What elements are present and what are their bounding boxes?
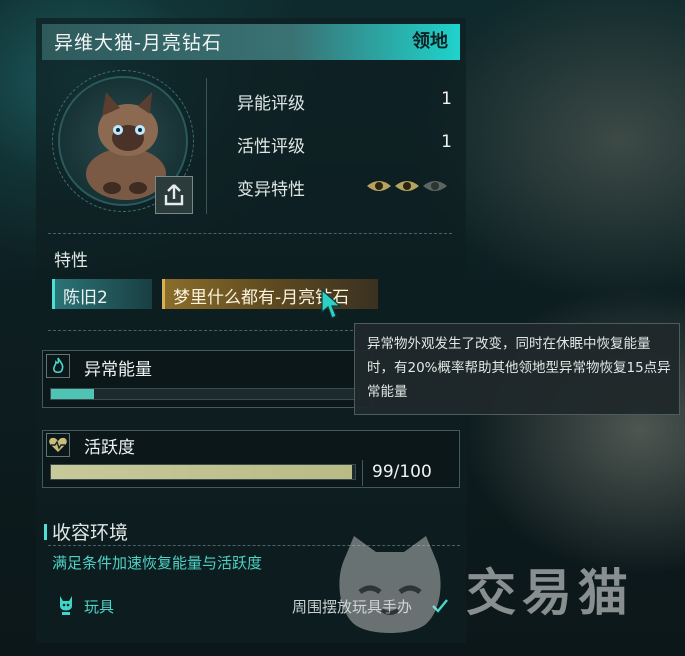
mutation-eye-icon	[366, 178, 392, 194]
trait-label: 陈旧2	[63, 288, 108, 308]
share-button[interactable]	[155, 176, 193, 214]
toy-label: 玩具	[84, 598, 115, 616]
activity-rating-label: 活性评级	[237, 137, 305, 157]
ability-rating-value: 1	[441, 89, 452, 109]
flame-icon	[46, 354, 70, 378]
mutation-trait-label: 变异特性	[237, 180, 305, 200]
tooltip-text: 异常物外观发生了改变，同时在休眠中恢复能量时，有20%概率帮助其他领地型异常物恢…	[367, 336, 671, 400]
territory-tag: 领地	[412, 31, 448, 52]
traits-heading: 特性	[54, 251, 88, 271]
activity-bar	[50, 464, 356, 480]
trait-chip-moon-diamond[interactable]: 梦里什么都有-月亮钻石	[162, 279, 378, 309]
activity-value: 99/100	[372, 462, 432, 482]
containment-description: 满足条件加速恢复能量与活跃度	[52, 554, 263, 572]
ability-rating-label: 异能评级	[237, 94, 305, 114]
activity-label: 活跃度	[84, 438, 135, 458]
toy-icon	[56, 594, 76, 616]
cursor-hand-icon	[318, 288, 344, 320]
divider	[362, 460, 363, 486]
energy-bar	[50, 388, 360, 400]
energy-label: 异常能量	[84, 360, 152, 380]
trait-chip-stale[interactable]: 陈旧2	[52, 279, 152, 309]
activity-rating-value: 1	[441, 132, 452, 152]
divider	[48, 330, 358, 331]
heartbeat-icon	[46, 433, 70, 457]
watermark-text: 交易猫	[466, 564, 634, 622]
section-marker	[44, 524, 47, 540]
mutation-eye-empty-icon	[422, 178, 448, 194]
mutation-eye-icon	[394, 178, 420, 194]
activity-bar-fill	[51, 465, 352, 479]
pet-name-title: 异维大猫-月亮钻石	[54, 32, 222, 54]
share-icon	[164, 184, 184, 206]
stats-divider	[206, 78, 207, 214]
containment-heading: 收容环境	[52, 522, 129, 544]
divider	[48, 233, 452, 234]
trait-tooltip: 异常物外观发生了改变，同时在休眠中恢复能量时，有20%概率帮助其他领地型异常物恢…	[354, 323, 680, 415]
energy-bar-fill	[51, 389, 95, 399]
